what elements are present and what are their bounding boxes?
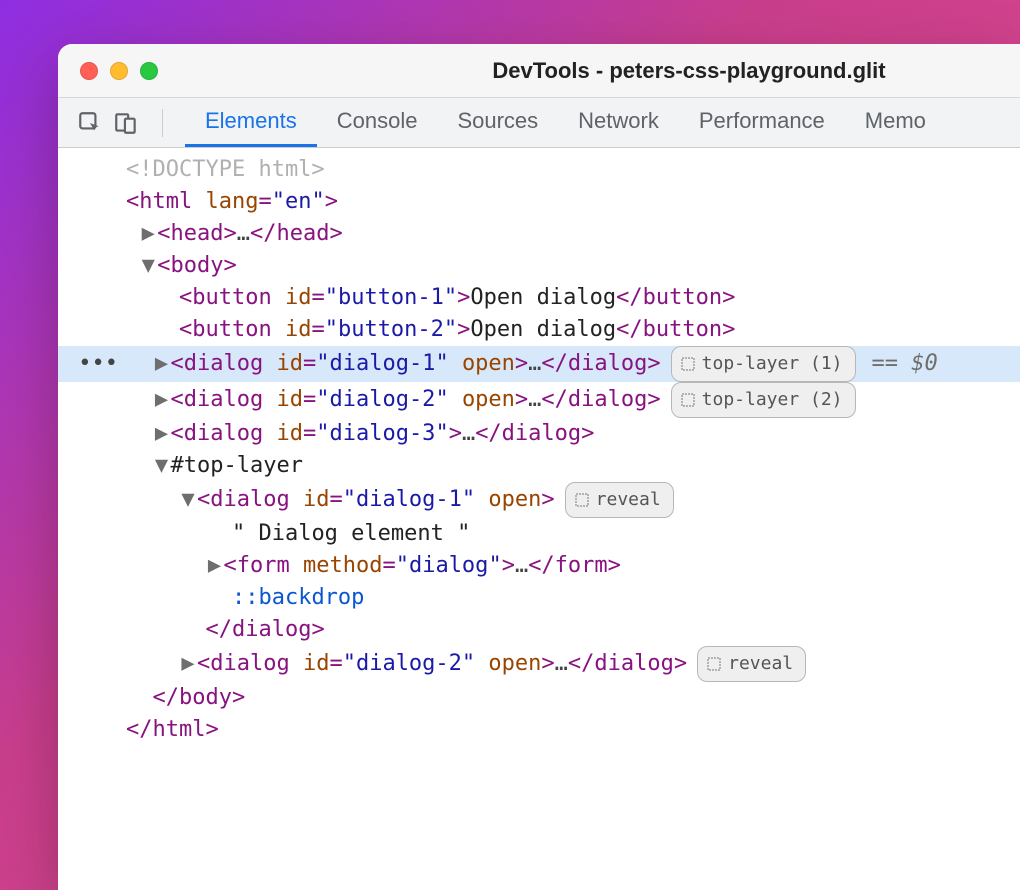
tab-network[interactable]: Network	[558, 98, 679, 147]
zoom-window-button[interactable]	[140, 62, 158, 80]
tree-row-body-open[interactable]: ▼<body>	[58, 250, 1020, 282]
devtools-toolbar: Elements Console Sources Network Perform…	[58, 98, 1020, 148]
tree-row-dialog-1[interactable]: ••• ▶<dialog id="dialog-1" open>…</dialo…	[58, 346, 1020, 382]
tab-elements[interactable]: Elements	[185, 98, 317, 147]
window-title: DevTools - peters-css-playground.glit	[58, 58, 1020, 84]
tree-row-top-layer[interactable]: ▼#top-layer	[58, 450, 1020, 482]
devtools-window: DevTools - peters-css-playground.glit El…	[58, 44, 1020, 890]
tree-row-button-1[interactable]: <button id="button-1">Open dialog</butto…	[58, 282, 1020, 314]
expand-arrow-icon[interactable]: ▶	[139, 218, 157, 250]
tree-row-html-close[interactable]: </html>	[58, 714, 1020, 746]
tree-row-dialog-text[interactable]: " Dialog element "	[58, 518, 1020, 550]
toolbar-separator	[162, 109, 163, 137]
panel-tabs: Elements Console Sources Network Perform…	[185, 98, 946, 147]
tree-row-dialog-3[interactable]: ▶<dialog id="dialog-3">…</dialog>	[58, 418, 1020, 450]
tree-row-html-open[interactable]: <html lang="en">	[58, 186, 1020, 218]
inspect-element-icon[interactable]	[76, 109, 104, 137]
selected-node-suffix: == $0	[872, 348, 938, 380]
tab-console[interactable]: Console	[317, 98, 438, 147]
collapse-arrow-icon[interactable]: ▼	[139, 250, 157, 282]
tree-row-backdrop[interactable]: ::backdrop	[58, 582, 1020, 614]
elements-tree[interactable]: <!DOCTYPE html> <html lang="en"> ▶<head>…	[58, 148, 1020, 890]
close-window-button[interactable]	[80, 62, 98, 80]
window-titlebar: DevTools - peters-css-playground.glit	[58, 44, 1020, 98]
tree-row-dialog-2[interactable]: ▶<dialog id="dialog-2" open>…</dialog> t…	[58, 382, 1020, 418]
tab-memory[interactable]: Memo	[845, 98, 946, 147]
tab-sources[interactable]: Sources	[437, 98, 558, 147]
expand-arrow-icon[interactable]: ▶	[205, 550, 223, 582]
expand-arrow-icon[interactable]: ▶	[179, 648, 197, 680]
collapse-arrow-icon[interactable]: ▼	[179, 484, 197, 516]
top-layer-badge[interactable]: top-layer (1)	[671, 346, 856, 382]
tree-row-head[interactable]: ▶<head>…</head>	[58, 218, 1020, 250]
device-mode-icon[interactable]	[112, 109, 140, 137]
tree-row-tl-dialog1-close[interactable]: </dialog>	[58, 614, 1020, 646]
traffic-lights	[80, 62, 158, 80]
reveal-badge[interactable]: reveal	[565, 482, 674, 518]
expand-arrow-icon[interactable]: ▶	[153, 384, 171, 416]
expand-arrow-icon[interactable]: ▶	[153, 418, 171, 450]
tab-performance[interactable]: Performance	[679, 98, 845, 147]
reveal-badge[interactable]: reveal	[697, 646, 806, 682]
doctype-text: <!DOCTYPE html>	[126, 154, 325, 186]
top-layer-badge[interactable]: top-layer (2)	[671, 382, 856, 418]
minimize-window-button[interactable]	[110, 62, 128, 80]
gutter-dots-icon[interactable]: •••	[68, 348, 126, 380]
tree-row-form[interactable]: ▶<form method="dialog">…</form>	[58, 550, 1020, 582]
collapse-arrow-icon[interactable]: ▼	[153, 450, 171, 482]
tree-row-doctype[interactable]: <!DOCTYPE html>	[58, 154, 1020, 186]
tree-row-tl-dialog2[interactable]: ▶<dialog id="dialog-2" open>…</dialog> r…	[58, 646, 1020, 682]
tree-row-button-2[interactable]: <button id="button-2">Open dialog</butto…	[58, 314, 1020, 346]
tree-row-tl-dialog1-open[interactable]: ▼<dialog id="dialog-1" open> reveal	[58, 482, 1020, 518]
expand-arrow-icon[interactable]: ▶	[153, 348, 171, 380]
tree-row-body-close[interactable]: </body>	[58, 682, 1020, 714]
